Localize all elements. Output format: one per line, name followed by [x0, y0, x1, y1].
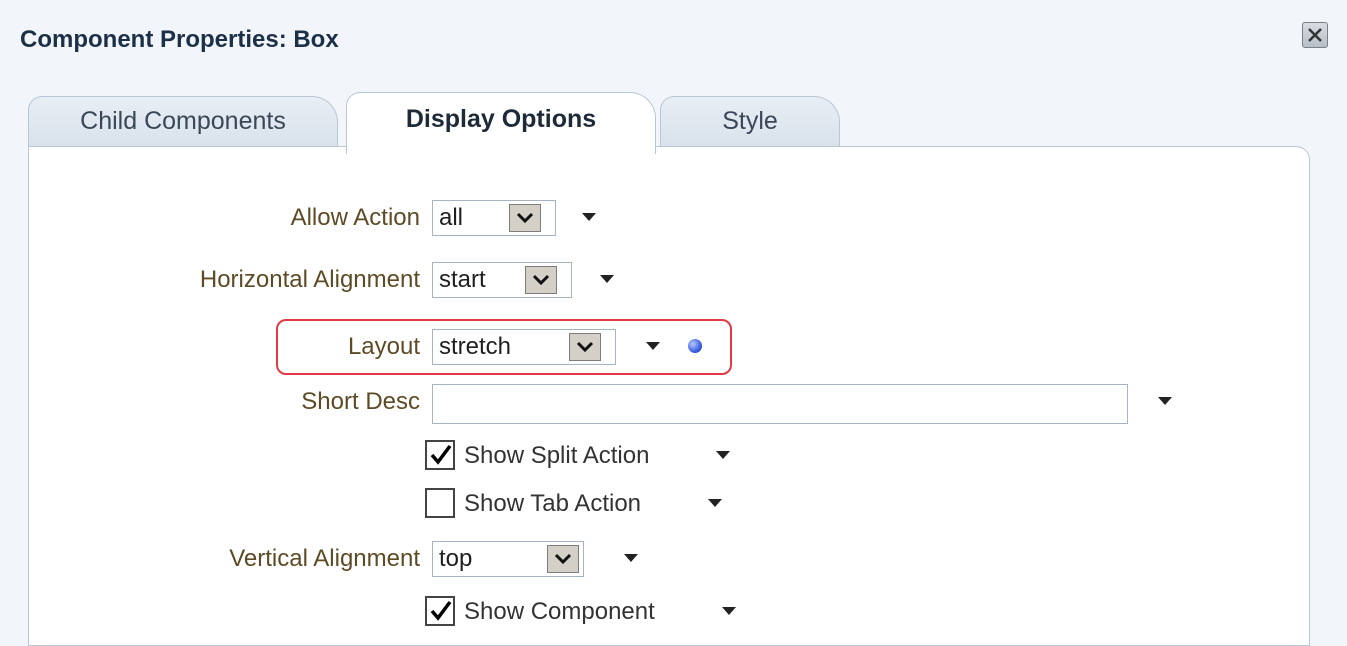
- chevron-down-icon: [554, 553, 572, 565]
- show-component-row: Show Component: [0, 590, 1347, 634]
- show-component-label: Show Component: [464, 598, 655, 625]
- check-icon: [430, 600, 452, 621]
- short-desc-label: Short Desc: [301, 388, 420, 415]
- vertical-alignment-dropdown-button[interactable]: [547, 545, 579, 573]
- chevron-down-icon: [516, 212, 534, 224]
- vertical-alignment-menu-icon[interactable]: [624, 554, 638, 562]
- show-split-action-row: Show Split Action: [0, 434, 1347, 478]
- chevron-down-icon: [532, 274, 550, 286]
- show-tab-action-checkbox[interactable]: [425, 488, 455, 518]
- short-desc-row: Short Desc: [0, 380, 1347, 424]
- allow-action-dropdown-button[interactable]: [509, 204, 541, 232]
- close-icon: [1308, 28, 1322, 42]
- close-button[interactable]: [1302, 22, 1328, 48]
- horizontal-alignment-dropdown-button[interactable]: [525, 266, 557, 294]
- show-split-action-menu-icon[interactable]: [716, 451, 730, 459]
- horizontal-alignment-label: Horizontal Alignment: [199, 266, 420, 293]
- vertical-alignment-row: Vertical Alignment top: [0, 537, 1347, 581]
- dialog-title: Component Properties: Box: [20, 26, 339, 53]
- layout-highlight-frame: [276, 319, 732, 375]
- horizontal-alignment-row: Horizontal Alignment start: [0, 258, 1347, 302]
- show-tab-action-row: Show Tab Action: [0, 482, 1347, 526]
- short-desc-menu-icon[interactable]: [1158, 397, 1172, 405]
- check-icon: [430, 444, 452, 465]
- component-properties-dialog: Component Properties: Box Child Componen…: [0, 0, 1347, 646]
- show-tab-action-menu-icon[interactable]: [708, 499, 722, 507]
- horizontal-alignment-value: start: [439, 266, 486, 293]
- allow-action-label: Allow Action: [290, 204, 420, 231]
- show-tab-action-label: Show Tab Action: [464, 490, 642, 517]
- tab-child-components[interactable]: Child Components: [28, 96, 338, 152]
- allow-action-value: all: [439, 204, 464, 231]
- vertical-alignment-select[interactable]: top: [432, 541, 584, 577]
- allow-action-select[interactable]: all: [432, 200, 556, 236]
- tab-style[interactable]: Style: [660, 96, 840, 152]
- allow-action-row: Allow Action all: [0, 196, 1347, 240]
- vertical-alignment-label: Vertical Alignment: [229, 545, 420, 572]
- show-component-menu-icon[interactable]: [722, 607, 736, 615]
- vertical-alignment-value: top: [439, 545, 473, 572]
- allow-action-menu-icon[interactable]: [582, 213, 596, 221]
- show-split-action-label: Show Split Action: [464, 442, 650, 469]
- tab-display-options[interactable]: Display Options: [346, 92, 656, 154]
- show-component-checkbox[interactable]: [425, 596, 455, 626]
- short-desc-input[interactable]: [432, 384, 1128, 424]
- horizontal-alignment-menu-icon[interactable]: [600, 275, 614, 283]
- horizontal-alignment-select[interactable]: start: [432, 262, 572, 298]
- show-split-action-checkbox[interactable]: [425, 440, 455, 470]
